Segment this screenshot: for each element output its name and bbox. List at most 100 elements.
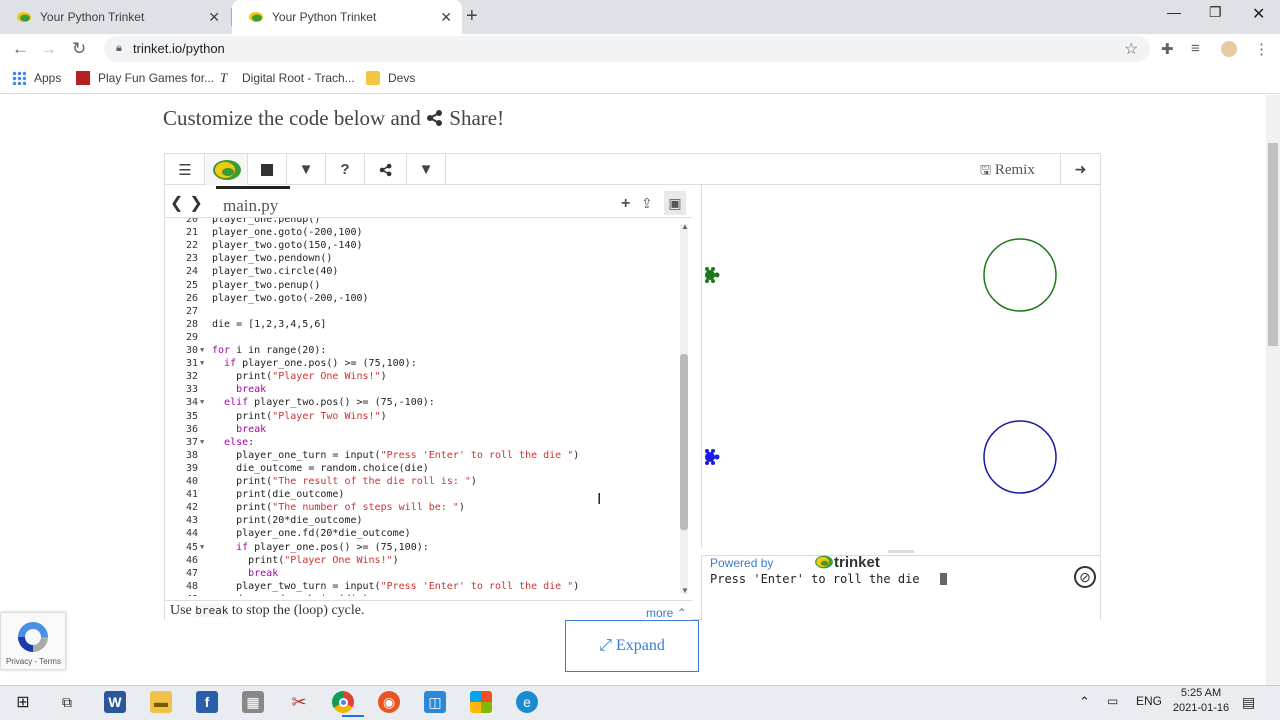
snipping-tool-icon[interactable]: ✂ — [288, 691, 310, 713]
code-line[interactable]: 28 die = [1,2,3,4,5,6] — [165, 318, 685, 331]
word-app-icon[interactable]: W — [104, 691, 126, 713]
code-line[interactable]: 35 print("Player Two Wins!") — [165, 410, 685, 423]
reading-list-icon[interactable]: ≡ — [1191, 40, 1200, 57]
editor-scrollbar-thumb[interactable] — [680, 354, 688, 530]
back-arrow-icon[interactable]: ← — [12, 39, 29, 59]
bookmark-apps[interactable]: Apps — [12, 71, 61, 85]
close-window-icon[interactable]: ✕ — [1252, 4, 1265, 24]
code-line[interactable]: 20 player_one.penup() — [165, 218, 685, 226]
forward-arrow-icon[interactable]: → — [40, 39, 57, 59]
code-line[interactable]: 34 ▼ elif player_two.pos() >= (75,-100): — [165, 396, 685, 409]
code-line[interactable]: 42 print("The number of steps will be: "… — [165, 501, 685, 514]
file-tab-main[interactable]: main.py — [216, 186, 290, 218]
file-explorer-icon[interactable]: ▬ — [150, 691, 172, 713]
code-line[interactable]: 49 d = random.choice(die) — [165, 593, 685, 596]
code-line[interactable]: 39 die_outcome = random.choice(die) — [165, 462, 685, 475]
battery-icon[interactable]: ▭ — [1107, 694, 1118, 708]
share-options-dropdown[interactable]: ▼ — [407, 154, 446, 185]
bookmark-star-icon[interactable]: ☆ — [1124, 39, 1138, 59]
fold-caret-icon[interactable]: ▼ — [200, 357, 204, 370]
code-line[interactable]: 25 player_two.penup() — [165, 279, 685, 292]
code-line[interactable]: 36 break — [165, 423, 685, 436]
code-line[interactable]: 43 print(20*die_outcome) — [165, 514, 685, 527]
code-line[interactable]: 40 print("The result of the die roll is:… — [165, 475, 685, 488]
code-line[interactable]: 23 player_two.pendown() — [165, 252, 685, 265]
fold-caret-icon[interactable]: ▼ — [200, 541, 204, 554]
run-button[interactable] — [206, 154, 248, 185]
code-line[interactable]: 21 player_one.goto(-200,100) — [165, 226, 685, 239]
expand-button[interactable]: ⤢ Expand — [565, 620, 699, 672]
code-line[interactable]: 38 player_one_turn = input("Press 'Enter… — [165, 449, 685, 462]
close-tab-icon[interactable]: ✕ — [440, 9, 452, 26]
share-button[interactable] — [365, 154, 407, 185]
code-line[interactable]: 48 player_two_turn = input("Press 'Enter… — [165, 580, 685, 593]
upload-icon[interactable]: ⇪ — [641, 195, 653, 212]
calculator-icon[interactable]: ▦ — [242, 691, 264, 713]
fold-caret-icon[interactable]: ▼ — [200, 436, 204, 449]
show-hidden-icons-icon[interactable]: ⌃ — [1079, 694, 1090, 710]
code-line[interactable]: 22 player_two.goto(150,-140) — [165, 239, 685, 252]
bookmark-play-fun-games[interactable]: Play Fun Games for... — [76, 71, 214, 85]
chevron-right-icon[interactable]: ❯ — [189, 195, 208, 212]
system-clock[interactable]: 5:25 AM 2021-01-16 — [1170, 686, 1232, 716]
hamburger-menu-icon[interactable]: ☰ — [166, 154, 205, 185]
code-line[interactable]: 32 print("Player One Wins!") — [165, 370, 685, 383]
bookmark-devs[interactable]: Devs — [366, 71, 415, 85]
code-line[interactable]: 27 — [165, 305, 685, 318]
clear-console-icon[interactable]: ⊘ — [1074, 566, 1096, 588]
chrome-app-icon[interactable] — [332, 691, 354, 713]
browser-tab-active[interactable]: Your Python Trinket ✕ — [232, 0, 462, 34]
reload-icon[interactable]: ↻ — [72, 39, 86, 59]
code-line[interactable]: 41 print(die_outcome) — [165, 488, 685, 501]
chevron-left-icon[interactable]: ❮ — [170, 195, 189, 212]
stop-button[interactable] — [248, 154, 287, 185]
code-line[interactable]: 47 break — [165, 567, 685, 580]
close-tab-icon[interactable]: ✕ — [208, 9, 220, 26]
language-indicator[interactable]: ENG — [1136, 694, 1162, 708]
fold-caret-icon[interactable]: ▼ — [200, 344, 204, 357]
login-button[interactable]: ➜ — [1060, 154, 1100, 185]
help-button[interactable]: ? — [326, 154, 365, 185]
facebook-app-icon[interactable]: f — [196, 691, 218, 713]
scroll-up-icon[interactable]: ▲ — [681, 222, 689, 231]
image-library-icon[interactable]: ▣ — [664, 191, 686, 215]
recaptcha-links[interactable]: Privacy - Terms — [6, 657, 61, 666]
address-bar[interactable] — [104, 36, 1150, 62]
code-line[interactable]: 24 player_two.circle(40) — [165, 265, 685, 278]
code-line[interactable]: 46 print("Player One Wins!") — [165, 554, 685, 567]
code-line[interactable]: 30 ▼ for i in range(20): — [165, 344, 685, 357]
console-input-cursor[interactable] — [940, 573, 947, 585]
edge-app-icon[interactable]: e — [516, 691, 538, 713]
browser-tab[interactable]: Your Python Trinket ✕ — [0, 0, 230, 34]
trinket-brand[interactable]: trinket — [814, 554, 880, 571]
run-options-dropdown[interactable]: ▼ — [287, 154, 326, 185]
page-scrollbar-thumb[interactable] — [1268, 143, 1278, 346]
remix-button[interactable]: 🖫 Remix — [980, 161, 1035, 183]
code-line[interactable]: 33 break — [165, 383, 685, 396]
new-tab-icon[interactable]: + — [466, 5, 478, 28]
code-line[interactable]: 44 player_one.fd(20*die_outcome) — [165, 527, 685, 540]
add-file-icon[interactable]: + — [621, 195, 630, 213]
ubuntu-app-icon[interactable]: ◉ — [378, 691, 400, 713]
menu-kebab-icon[interactable]: ⋮ — [1254, 40, 1269, 58]
fold-caret-icon[interactable]: ▼ — [200, 396, 204, 409]
lock-icon[interactable]: 🔒︎ — [116, 42, 122, 55]
restore-icon[interactable]: ❐ — [1209, 4, 1222, 21]
microsoft-app-icon[interactable] — [470, 691, 492, 713]
store-app-icon[interactable]: ◫ — [424, 691, 446, 713]
code-line[interactable]: 29 — [165, 331, 685, 344]
code-line[interactable]: 31 ▼ if player_one.pos() >= (75,100): — [165, 357, 685, 370]
code-line[interactable]: 26 player_two.goto(-200,-100) — [165, 292, 685, 305]
minimize-icon[interactable]: — — [1167, 4, 1181, 20]
profile-avatar-icon[interactable] — [1221, 41, 1237, 57]
scroll-down-icon[interactable]: ▼ — [681, 586, 689, 595]
resize-handle[interactable] — [888, 550, 914, 553]
file-nav-arrows[interactable]: ❮❯ — [170, 193, 209, 213]
code-line[interactable]: 45 ▼ if player_one.pos() >= (75,100): — [165, 541, 685, 554]
task-view-icon[interactable]: ⧉ — [56, 691, 78, 713]
code-line[interactable]: 37 ▼ else: — [165, 436, 685, 449]
windows-start-icon[interactable]: ⊞ — [12, 691, 34, 713]
notifications-icon[interactable]: ▤ — [1242, 694, 1255, 711]
url-text[interactable]: trinket.io/python — [133, 41, 225, 56]
bookmark-digital-root[interactable]: T Digital Root - Trach... — [220, 71, 355, 86]
